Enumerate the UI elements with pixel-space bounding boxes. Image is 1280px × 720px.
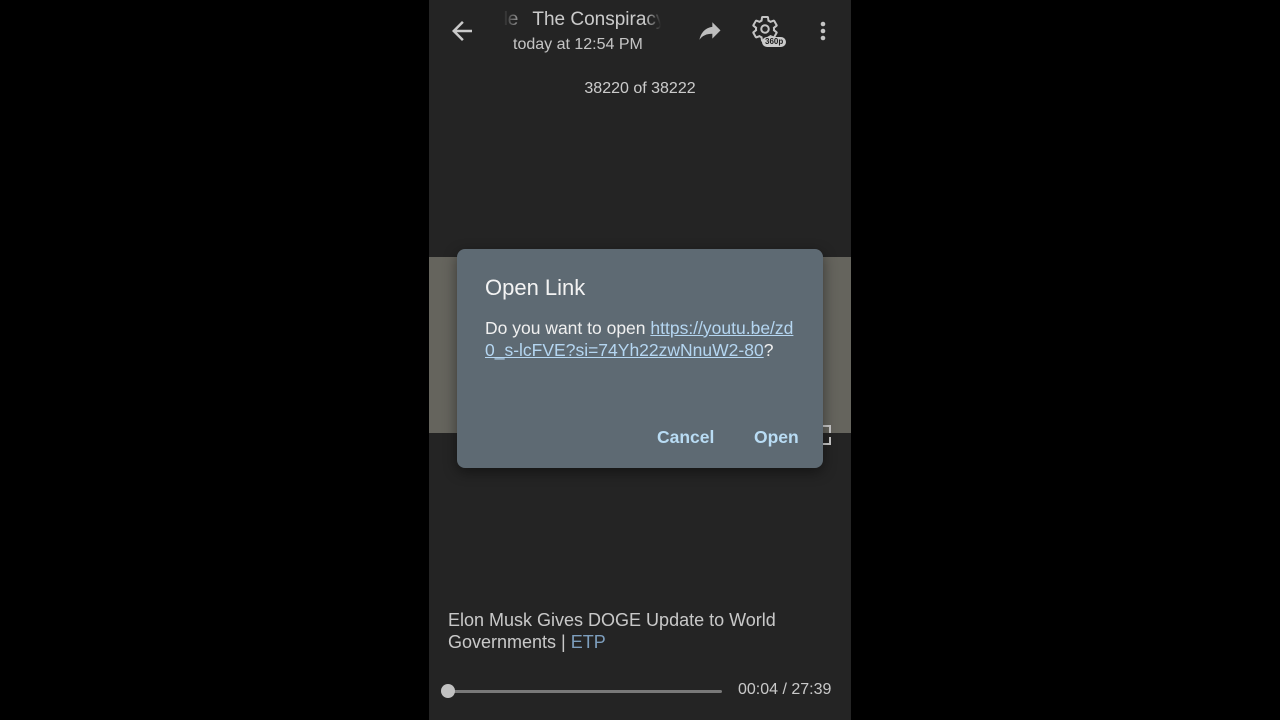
dialog-suffix: ? [763,340,774,360]
phone-screen: pleThe Conspiracy today at 12:54 PM 360p… [429,0,851,720]
open-button[interactable]: Open [754,427,799,448]
dialog-title: Open Link [485,275,586,300]
cancel-button[interactable]: Cancel [657,427,714,448]
dialog-message: Do you want to open https://youtu.be/zd0… [485,317,803,361]
open-link-dialog: Open Link Do you want to open https://yo… [457,249,823,468]
dialog-prefix: Do you want to open [485,318,651,338]
